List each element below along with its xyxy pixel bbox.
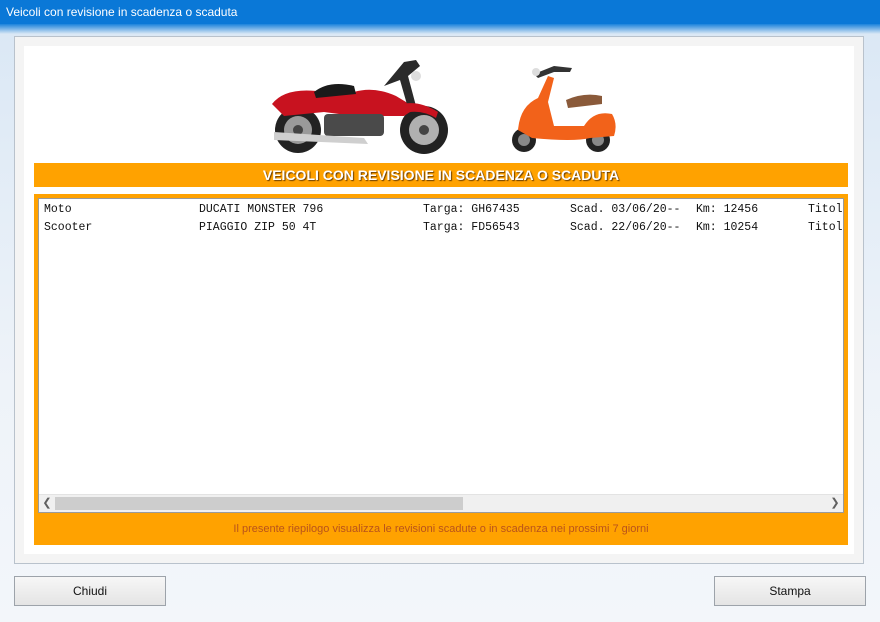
report-title-banner: VEICOLI CON REVISIONE IN SCADENZA O SCAD… xyxy=(34,163,848,187)
vehicle-extra: Titol xyxy=(808,203,843,216)
window-titlebar: Veicoli con revisione in scadenza o scad… xyxy=(0,0,880,24)
vehicle-type: Moto xyxy=(44,203,72,216)
vehicle-km: Km: 10254 xyxy=(696,221,759,234)
revision-deadline: Scad. 03/06/20-- xyxy=(570,203,681,216)
list-item[interactable]: Moto DUCATI MONSTER 796 Targa: GH67435 S… xyxy=(39,203,843,221)
scrollbar-thumb[interactable] xyxy=(55,497,463,510)
vehicle-plate: Targa: FD56543 xyxy=(423,221,520,234)
chevron-left-icon[interactable]: ❮ xyxy=(39,495,55,512)
window-client: VEICOLI CON REVISIONE IN SCADENZA O SCAD… xyxy=(0,24,880,622)
vehicle-extra: Titol xyxy=(808,221,843,234)
vehicle-type: Scooter xyxy=(44,221,93,234)
report-panel: VEICOLI CON REVISIONE IN SCADENZA O SCAD… xyxy=(24,46,854,554)
vehicle-listbox[interactable]: Moto DUCATI MONSTER 796 Targa: GH67435 S… xyxy=(38,198,844,513)
report-list-container: Moto DUCATI MONSTER 796 Targa: GH67435 S… xyxy=(34,194,848,545)
vehicle-model: PIAGGIO ZIP 50 4T xyxy=(199,221,317,234)
vehicle-plate: Targa: GH67435 xyxy=(423,203,520,216)
window-title: Veicoli con revisione in scadenza o scad… xyxy=(6,5,238,19)
vehicle-km: Km: 12456 xyxy=(696,203,759,216)
summary-note: Il presente riepilogo visualizza le revi… xyxy=(233,523,649,535)
close-button[interactable]: Chiudi xyxy=(14,576,166,606)
list-item[interactable]: Scooter PIAGGIO ZIP 50 4T Targa: FD56543… xyxy=(39,221,843,239)
motorcycle-image xyxy=(272,60,448,154)
vehicle-model: DUCATI MONSTER 796 xyxy=(199,203,324,216)
report-frame: VEICOLI CON REVISIONE IN SCADENZA O SCAD… xyxy=(14,36,864,564)
chevron-right-icon[interactable]: ❯ xyxy=(827,495,843,512)
scooter-image xyxy=(512,66,616,152)
horizontal-scrollbar[interactable]: ❮ ❯ xyxy=(39,494,843,512)
print-button[interactable]: Stampa xyxy=(714,576,866,606)
revision-deadline: Scad. 22/06/20-- xyxy=(570,221,681,234)
vehicle-images xyxy=(272,60,616,154)
